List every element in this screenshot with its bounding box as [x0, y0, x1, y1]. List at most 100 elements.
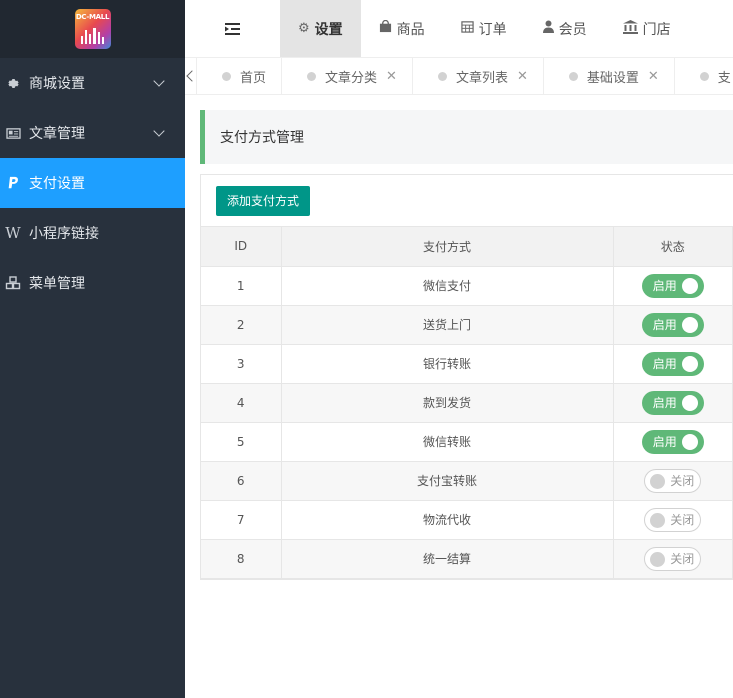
- tab-status-dot: [222, 71, 231, 81]
- page-tab-label: 文章列表: [455, 70, 508, 86]
- page-tab-bar: 首页 文章分类 ✕ 文章列表 ✕ 基础设置 ✕ 支: [185, 58, 733, 95]
- sidebar-item-label: 文章管理: [29, 126, 85, 142]
- page-tab-label: 基础设置: [586, 70, 639, 86]
- toggle-knob: [650, 473, 666, 489]
- toggle-label: 启用: [652, 435, 677, 449]
- table-row: 8 统一结算 关闭: [201, 539, 733, 579]
- row-id: 8: [201, 539, 282, 579]
- user-icon: [542, 20, 554, 37]
- sidebar-item-article-management[interactable]: 文章管理: [0, 108, 185, 158]
- page-tab-payment[interactable]: 支: [675, 58, 733, 94]
- table-row: 5 微信转账 启用: [201, 422, 733, 462]
- row-payment-method: 银行转账: [281, 344, 614, 384]
- row-payment-method: 统一结算: [281, 539, 614, 579]
- status-toggle[interactable]: 启用: [641, 390, 704, 415]
- row-status: 启用: [613, 344, 733, 384]
- toggle-knob: [681, 433, 698, 450]
- table-row: 4 款到发货 启用: [201, 383, 733, 423]
- toggle-label: 关闭: [670, 552, 695, 566]
- top-tab-products[interactable]: 商品: [361, 0, 443, 57]
- page-tab-article-category[interactable]: 文章分类 ✕: [282, 58, 413, 94]
- top-tab-label: 门店: [642, 21, 671, 38]
- row-status: 关闭: [613, 539, 733, 579]
- top-tab-settings[interactable]: ⚙ 设置: [280, 0, 361, 57]
- top-tab-members[interactable]: 会员: [525, 0, 605, 57]
- page-tab-label: 支: [717, 70, 731, 86]
- status-toggle[interactable]: 启用: [641, 273, 704, 298]
- sidebar-item-payment-settings[interactable]: 支付设置: [0, 158, 185, 208]
- sidebar-item-label: 支付设置: [29, 176, 85, 192]
- row-payment-method: 微信转账: [281, 422, 614, 462]
- bank-icon: [622, 19, 638, 38]
- top-tab-stores[interactable]: 门店: [605, 0, 689, 57]
- page-tab-basic-settings[interactable]: 基础设置 ✕: [544, 58, 675, 94]
- table-row: 2 送货上门 启用: [201, 305, 733, 345]
- toggle-label: 启用: [652, 279, 677, 293]
- tab-scroll-left-button[interactable]: [185, 58, 198, 94]
- row-payment-method: 支付宝转账: [281, 461, 614, 501]
- column-header-id: ID: [201, 227, 282, 267]
- status-toggle[interactable]: 关闭: [644, 546, 702, 571]
- toggle-knob: [681, 394, 698, 411]
- top-tab-label: 订单: [478, 21, 507, 38]
- top-tab-orders[interactable]: 订单: [443, 0, 525, 57]
- cubes-icon: [4, 274, 22, 292]
- sidebar-item-mall-settings[interactable]: 商城设置: [0, 58, 185, 108]
- menu-toggle-button[interactable]: [185, 0, 280, 57]
- row-payment-method: 微信支付: [281, 266, 614, 306]
- add-payment-method-button[interactable]: 添加支付方式: [216, 185, 311, 216]
- wordpress-icon: W: [5, 224, 21, 242]
- tab-status-dot: [437, 71, 447, 81]
- table-row: 1 微信支付 启用: [201, 266, 733, 306]
- indent-icon: [225, 22, 240, 35]
- table-row: 6 支付宝转账 关闭: [201, 461, 733, 501]
- row-id: 2: [201, 305, 282, 345]
- toggle-label: 关闭: [670, 513, 695, 527]
- sidebar-item-miniprogram-links[interactable]: W 小程序链接: [0, 208, 185, 258]
- row-status: 关闭: [613, 500, 733, 540]
- status-toggle[interactable]: 启用: [641, 351, 704, 376]
- gears-icon: ⚙: [298, 21, 310, 36]
- page-tab-article-list[interactable]: 文章列表 ✕: [413, 58, 544, 94]
- close-icon[interactable]: ✕: [648, 69, 659, 84]
- page-tab-label: 首页: [240, 70, 267, 86]
- row-payment-method: 款到发货: [281, 383, 614, 423]
- toggle-knob: [681, 277, 698, 294]
- status-toggle[interactable]: 关闭: [644, 468, 702, 493]
- toggle-label: 启用: [652, 318, 677, 332]
- row-id: 3: [201, 344, 282, 384]
- status-toggle[interactable]: 启用: [641, 429, 704, 454]
- logo-bars-icon: [80, 26, 105, 44]
- row-status: 关闭: [613, 461, 733, 501]
- tab-status-dot: [307, 71, 317, 81]
- close-icon[interactable]: ✕: [386, 69, 397, 84]
- column-header-method: 支付方式: [281, 227, 614, 267]
- sidebar: DC-MALL 商城设置 文章管理 支付设置 W 小程序链接 菜单管理: [0, 0, 185, 698]
- tab-status-dot: [568, 71, 578, 81]
- shopping-bag-icon: [379, 19, 392, 37]
- row-status: 启用: [613, 305, 733, 345]
- toggle-label: 启用: [652, 396, 677, 410]
- newspaper-icon: [4, 124, 22, 142]
- toggle-label: 关闭: [670, 474, 695, 488]
- top-tab-label: 会员: [558, 21, 587, 38]
- paypal-icon: [4, 174, 22, 192]
- page-tab-home[interactable]: 首页: [197, 58, 283, 94]
- top-navigation: ⚙ 设置 商品 订单 会员 门店: [185, 0, 733, 58]
- sidebar-item-label: 小程序链接: [29, 226, 99, 242]
- close-icon[interactable]: ✕: [517, 69, 528, 84]
- status-toggle[interactable]: 启用: [641, 312, 704, 337]
- toggle-knob: [681, 355, 698, 372]
- chevron-down-icon: [153, 75, 165, 87]
- row-payment-method: 物流代收: [281, 500, 614, 540]
- row-id: 4: [201, 383, 282, 423]
- status-toggle[interactable]: 关闭: [644, 507, 702, 532]
- tab-status-dot: [699, 71, 709, 81]
- dc-mall-logo[interactable]: DC-MALL: [74, 9, 111, 49]
- logo-text: DC-MALL: [75, 13, 110, 21]
- row-id: 6: [201, 461, 282, 501]
- payment-methods-table: 添加支付方式 ID 支付方式 状态 1 微信支付 启用 2 送货上门 启用 3 银行转账 启用 4…: [200, 174, 733, 580]
- table-header-row: ID 支付方式 状态: [201, 227, 733, 267]
- sidebar-item-menu-management[interactable]: 菜单管理: [0, 258, 185, 308]
- row-id: 1: [201, 266, 282, 306]
